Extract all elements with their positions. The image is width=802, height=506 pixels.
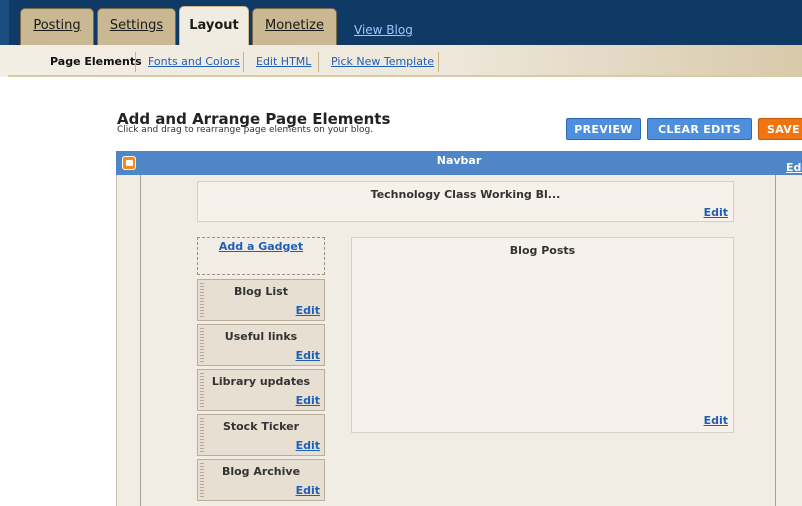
left-column-divider	[140, 175, 141, 506]
blog-posts-title: Blog Posts	[509, 244, 576, 257]
gadget-edit-link[interactable]: Edit	[296, 439, 320, 452]
tab-posting[interactable]: Posting	[20, 8, 94, 45]
blog-posts-gadget[interactable]: Blog Posts Edit	[351, 237, 734, 433]
gadget-title: Useful links	[224, 330, 298, 343]
gadget-stock-ticker[interactable]: Stock Ticker Edit	[197, 414, 325, 456]
gadget-title: Stock Ticker	[222, 420, 300, 433]
tab-layout-label: Layout	[189, 18, 239, 33]
navbar-title: Navbar	[436, 154, 482, 167]
gadget-title: Blog Archive	[221, 465, 301, 478]
gadget-edit-link[interactable]: Edit	[296, 394, 320, 407]
clear-edits-button[interactable]: CLEAR EDITS	[647, 118, 752, 140]
header-gadget[interactable]: Technology Class Working Bl... Edit	[197, 181, 734, 222]
tab-posting-label: Posting	[33, 18, 81, 33]
subtab-divider	[243, 52, 244, 72]
gadget-edit-link[interactable]: Edit	[296, 484, 320, 497]
navbar-edit-link[interactable]: Edit	[786, 161, 802, 174]
add-gadget-box[interactable]: Add a Gadget	[197, 237, 325, 275]
topbar-edge	[0, 0, 9, 45]
navbar-gadget: Navbar Edit	[116, 151, 802, 175]
subtab-pick-new-template[interactable]: Pick New Template	[331, 51, 434, 73]
subtab-divider	[135, 52, 136, 72]
subtab-edit-html[interactable]: Edit HTML	[256, 51, 311, 73]
header-gadget-title: Technology Class Working Bl...	[370, 188, 561, 201]
subtab-rule	[8, 75, 802, 77]
blog-posts-edit-link[interactable]: Edit	[704, 414, 728, 427]
tab-settings[interactable]: Settings	[97, 8, 176, 45]
subtab-fonts-and-colors[interactable]: Fonts and Colors	[148, 51, 240, 73]
view-blog-link[interactable]: View Blog	[354, 23, 413, 37]
add-gadget-link[interactable]: Add a Gadget	[198, 240, 324, 253]
tab-monetize[interactable]: Monetize	[252, 8, 337, 45]
tab-layout[interactable]: Layout	[179, 6, 249, 45]
subtab-divider	[438, 52, 439, 72]
gadget-blog-list[interactable]: Blog List Edit	[197, 279, 325, 321]
subtab-divider	[318, 52, 319, 72]
subtab-page-elements[interactable]: Page Elements	[50, 51, 142, 73]
tab-monetize-label: Monetize	[265, 18, 324, 33]
gadget-title: Library updates	[211, 375, 311, 388]
subtab-bar: Page Elements Fonts and Colors Edit HTML…	[0, 45, 802, 77]
header-edit-link[interactable]: Edit	[704, 206, 728, 219]
save-button[interactable]: SAVE	[758, 118, 802, 140]
gadget-title: Blog List	[233, 285, 288, 298]
gadget-library-updates[interactable]: Library updates Edit	[197, 369, 325, 411]
gadget-edit-link[interactable]: Edit	[296, 304, 320, 317]
tab-settings-label: Settings	[109, 18, 164, 33]
gadget-blog-archive[interactable]: Blog Archive Edit	[197, 459, 325, 501]
gadget-edit-link[interactable]: Edit	[296, 349, 320, 362]
preview-button[interactable]: PREVIEW	[566, 118, 641, 140]
gadget-useful-links[interactable]: Useful links Edit	[197, 324, 325, 366]
page-subtitle: Click and drag to rearrange page element…	[117, 125, 374, 135]
right-column-divider	[775, 175, 776, 506]
